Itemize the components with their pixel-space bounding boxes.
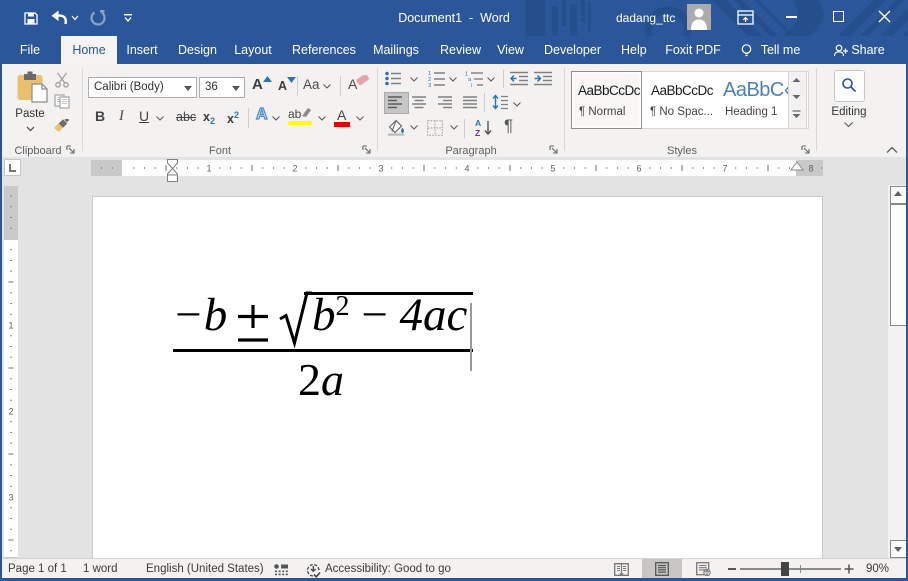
svg-text:3: 3 [378, 164, 383, 174]
svg-text:6: 6 [636, 164, 641, 174]
svg-text:Z: Z [475, 128, 480, 137]
svg-text:A: A [475, 118, 481, 128]
svg-text:8: 8 [808, 164, 813, 174]
svg-text:5: 5 [550, 164, 555, 174]
svg-text:2: 2 [292, 164, 297, 174]
svg-text:i: i [471, 83, 472, 87]
svg-text:7: 7 [722, 164, 727, 174]
svg-text:3: 3 [428, 83, 431, 87]
svg-text:4: 4 [464, 164, 469, 174]
svg-text:1: 1 [206, 164, 211, 174]
